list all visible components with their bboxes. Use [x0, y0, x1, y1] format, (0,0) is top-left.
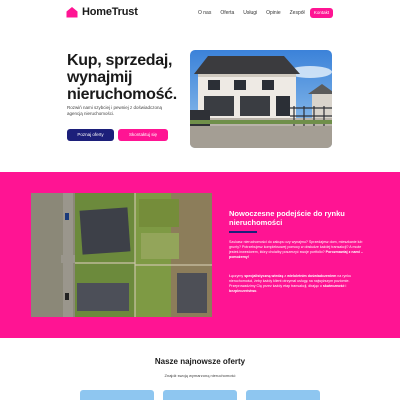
hero-subtitle: Rozwiń nami szybciej i pewniej z doświad…	[67, 105, 163, 116]
logo[interactable]: HomeTrust	[66, 6, 138, 18]
about-paragraph-2: Łączymy specjalistyczną wiedzę z wielole…	[229, 274, 352, 293]
contact-us-button[interactable]: Skontaktuj się	[118, 129, 168, 141]
nav-item-about[interactable]: O nas	[198, 8, 211, 18]
main-nav: O nas Oferta Usługi Opinie Zespół	[198, 8, 314, 18]
offers-subtitle: Znajdź swoją wymarzoną nieruchomość	[164, 373, 236, 378]
aerial-photo	[31, 193, 212, 317]
hero-house-image	[190, 50, 332, 148]
site-header: HomeTrust O nas Oferta Usługi Opinie Zes…	[0, 0, 400, 28]
nav-item-team[interactable]: Zespół	[290, 8, 305, 18]
offer-card[interactable]	[163, 390, 237, 400]
about-title: Nowoczesne podejście do rynku nieruchomo…	[229, 209, 345, 227]
nav-item-offer[interactable]: Oferta	[220, 8, 234, 18]
offers-title: Nasze najnowsze oferty	[154, 357, 246, 366]
title-underline	[229, 231, 257, 233]
brand-name: HomeTrust	[82, 6, 138, 18]
browse-offers-button[interactable]: Poznaj oferty	[67, 129, 114, 141]
about-paragraph-1: Szukasz nieruchomości do zakupu czy wyna…	[229, 240, 363, 259]
nav-item-services[interactable]: Usługi	[243, 8, 257, 18]
nav-item-reviews[interactable]: Opinie	[266, 8, 280, 18]
house-logo-icon	[66, 7, 78, 18]
offer-card[interactable]	[80, 390, 154, 400]
hero-title: Kup, sprzedaj, wynajmij nieruchomość.	[67, 52, 177, 103]
offer-card[interactable]	[246, 390, 320, 400]
contact-button[interactable]: Kontakt	[310, 8, 333, 18]
